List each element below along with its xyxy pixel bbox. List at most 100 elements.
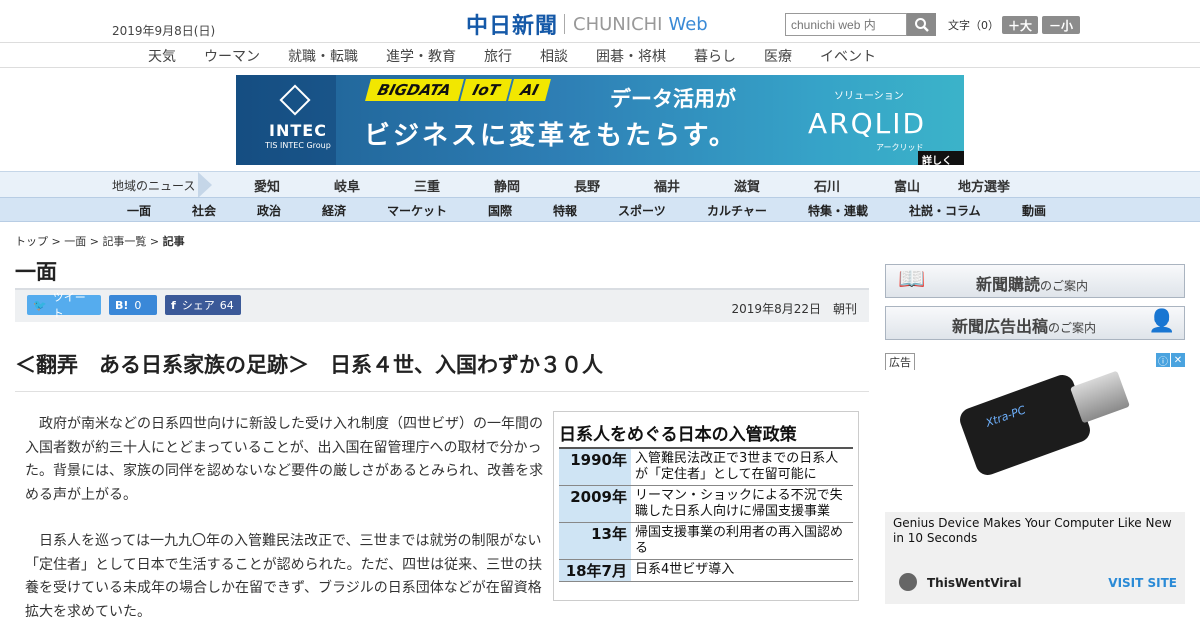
region-item-fukui[interactable]: 福井 (654, 176, 680, 195)
breadcrumb-current: 記事 (162, 235, 185, 248)
article-body: 政府が南米などの日系四世向けに新設した受け入れ制度（四世ビザ）の一年間の入国者数… (25, 413, 545, 630)
font-size-label: 文字（0） (948, 19, 999, 32)
article-paragraph: 日系人を巡っては一九九〇年の入管難民法改正で、三世までは就労の制限がない「定住者… (25, 533, 543, 620)
font-small-button[interactable]: －小 (1042, 16, 1080, 34)
font-large-button[interactable]: ＋大 (1002, 16, 1038, 34)
intec-logo: INTEC TIS INTEC Group (236, 75, 336, 165)
breadcrumb-top[interactable]: トップ (15, 235, 48, 248)
banner-tag: IoT (459, 79, 512, 101)
facebook-share-label: シェア (181, 299, 215, 312)
region-nav-label: 地域のニュース (112, 179, 196, 193)
policy-text: リーマン・ショックによる不況で失職した日系人向けに帰国支援事業 (635, 488, 843, 519)
breadcrumb-sep: > (48, 235, 65, 248)
ad-controls: ⓘ ✕ (1155, 353, 1185, 368)
section-item-international[interactable]: 国際 (488, 202, 512, 219)
policy-table-title: 日系人をめぐる日本の入管政策 (559, 425, 797, 445)
logo-en: CHUNICHI (573, 13, 663, 35)
category-nav: 天気 ウーマン 就職・転職 進学・教育 旅行 相談 囲碁・将棋 暮らし 医療 イ… (0, 42, 1200, 68)
logo-web: Web (668, 13, 708, 35)
cat-item-travel[interactable]: 旅行 (484, 46, 512, 66)
banner-product: ARQLID (808, 107, 927, 140)
region-item-gifu[interactable]: 岐阜 (334, 176, 360, 195)
policy-year: 2009年 (559, 486, 631, 522)
ad-info-icon[interactable]: ⓘ (1156, 353, 1170, 368)
breadcrumb-front[interactable]: 一面 (64, 235, 86, 248)
cat-item-weather[interactable]: 天気 (148, 46, 176, 66)
cat-item-education[interactable]: 進学・教育 (386, 46, 456, 66)
table-row: 13年 帰国支援事業の利用者の再入国認める (559, 523, 853, 560)
hatena-count: 0 (134, 298, 142, 312)
ad-brand: ThisWentViral (927, 576, 1022, 590)
subscribe-main: 新聞購読 (976, 275, 1041, 294)
banner-product-kana: アークリッド (876, 143, 924, 152)
search-button[interactable] (907, 13, 936, 36)
ads-main: 新聞広告出稿 (952, 317, 1049, 336)
policy-year: 13年 (559, 523, 631, 559)
cat-item-consult[interactable]: 相談 (540, 46, 568, 66)
visit-site-link[interactable]: VISIT SITE (1108, 576, 1177, 590)
section-item-front[interactable]: 一面 (127, 202, 151, 219)
intec-sub: TIS INTEC Group (265, 141, 331, 150)
cat-item-go-shogi[interactable]: 囲碁・将棋 (596, 46, 666, 66)
section-item-video[interactable]: 動画 (1022, 202, 1046, 219)
banner-tag: BIGDATA (365, 79, 464, 101)
section-item-editorial[interactable]: 社説・コラム (909, 202, 981, 219)
ad-close-icon[interactable]: ✕ (1171, 353, 1185, 367)
region-item-toyama[interactable]: 富山 (894, 176, 920, 195)
banner-tag: AI (507, 79, 551, 101)
cat-item-living[interactable]: 暮らし (694, 46, 736, 66)
region-arrow-icon (198, 172, 212, 198)
breadcrumb: トップ > 一面 > 記事一覧 > 記事 (15, 233, 185, 249)
section-item-sports[interactable]: スポーツ (618, 202, 666, 219)
section-item-society[interactable]: 社会 (192, 202, 216, 219)
region-item-nagano[interactable]: 長野 (574, 176, 600, 195)
cat-item-event[interactable]: イベント (820, 46, 876, 66)
section-item-features[interactable]: 特集・連載 (808, 202, 868, 219)
ad-headline[interactable]: Genius Device Makes Your Computer Like N… (893, 516, 1183, 546)
edition-label: 朝刊 (832, 302, 857, 316)
section-item-market[interactable]: マーケット (387, 202, 447, 219)
cat-item-woman[interactable]: ウーマン (204, 46, 260, 66)
person-icon: 👤 (1148, 309, 1176, 334)
section-item-economy[interactable]: 経済 (322, 202, 346, 219)
region-item-shizuoka[interactable]: 静岡 (494, 176, 520, 195)
section-item-culture[interactable]: カルチャー (707, 202, 767, 219)
cat-item-medical[interactable]: 医療 (764, 46, 792, 66)
share-bar: 🐦 ツイート B! 0 f シェア 64 2019年8月22日 朝刊 (15, 288, 869, 322)
policy-text: 入管難民法改正で3世までの日系人が「定住者」として在留可能に (635, 451, 839, 482)
tweet-label: ツイート (52, 291, 86, 320)
logo-divider (564, 14, 566, 34)
breadcrumb-list[interactable]: 記事一覧 (102, 235, 146, 248)
banner-solution-label: ソリューション (834, 91, 904, 102)
hatena-bookmark-button[interactable]: B! 0 (109, 295, 157, 315)
ad-product-image[interactable]: Xtra-PC (885, 370, 1185, 508)
tweet-button[interactable]: 🐦 ツイート (27, 291, 101, 320)
region-item-aichi[interactable]: 愛知 (254, 176, 280, 195)
intec-diamond-icon (279, 84, 311, 116)
ad-card[interactable]: Genius Device Makes Your Computer Like N… (885, 512, 1185, 604)
banner-ad[interactable]: INTEC TIS INTEC Group BIGDATA IoT AI データ… (236, 75, 964, 165)
site-logo[interactable]: 中日新聞 CHUNICHI Web (466, 8, 708, 40)
subscribe-info-button[interactable]: 📖 新聞購読のご案内 (885, 264, 1185, 298)
region-item-ishikawa[interactable]: 石川 (814, 176, 840, 195)
ads-sub: のご案内 (1048, 321, 1097, 335)
breadcrumb-sep: > (146, 235, 163, 248)
advertise-info-button[interactable]: 新聞広告出稿のご案内 👤 (885, 306, 1185, 340)
page-title: 一面 (15, 260, 57, 284)
search-input[interactable] (785, 13, 907, 36)
region-item-shiga[interactable]: 滋賀 (734, 176, 760, 195)
policy-table: 1990年 入管難民法改正で3世までの日系人が「定住者」として在留可能に 200… (559, 447, 853, 582)
policy-year: 18年7月 (559, 560, 631, 581)
banner-details-button[interactable]: 詳しくは (918, 151, 964, 165)
cat-item-jobs[interactable]: 就職・転職 (288, 46, 358, 66)
region-item-elections[interactable]: 地方選挙 (958, 176, 1010, 195)
section-item-politics[interactable]: 政治 (257, 202, 281, 219)
facebook-share-button[interactable]: f シェア 64 (165, 295, 241, 315)
section-item-special-report[interactable]: 特報 (553, 202, 577, 219)
region-item-mie[interactable]: 三重 (414, 176, 440, 195)
section-nav: 一面 社会 政治 経済 マーケット 国際 特報 スポーツ カルチャー 特集・連載… (0, 197, 1200, 222)
policy-text: 帰国支援事業の利用者の再入国認める (635, 525, 844, 556)
banner-tags: BIGDATA IoT AI (365, 79, 551, 101)
table-row: 2009年 リーマン・ショックによる不況で失職した日系人向けに帰国支援事業 (559, 486, 853, 523)
banner-headline-1: データ活用が (610, 87, 736, 111)
